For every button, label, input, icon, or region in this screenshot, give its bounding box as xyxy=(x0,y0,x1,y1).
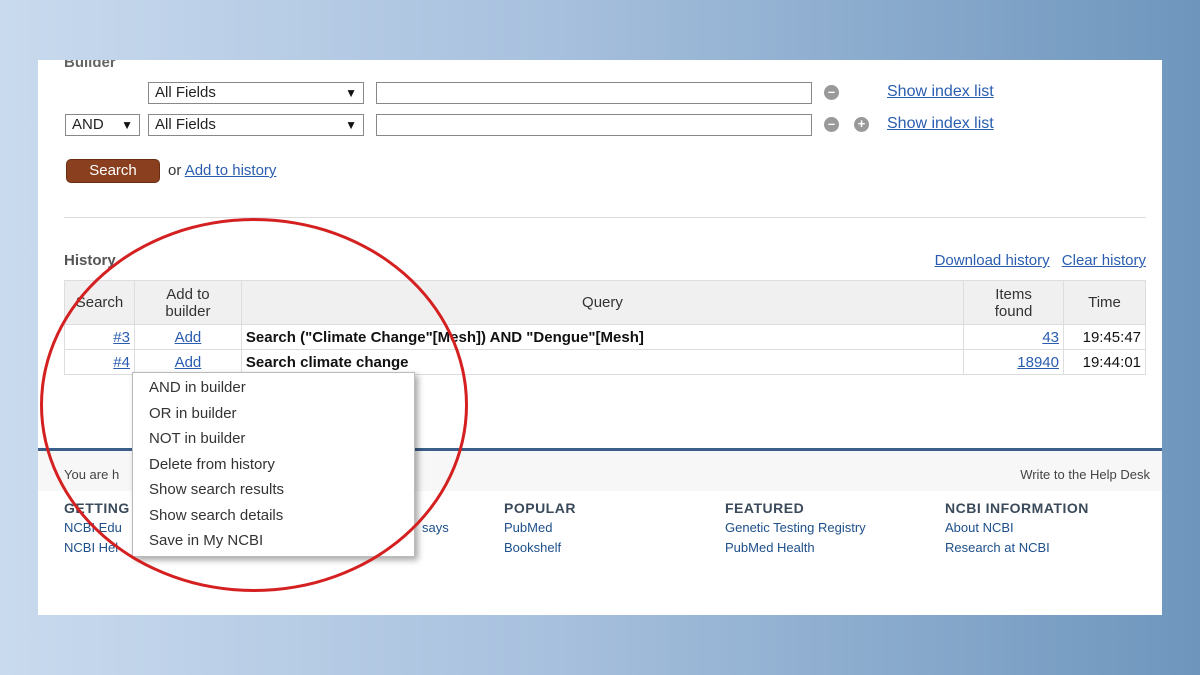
show-index-list-link-2[interactable]: Show index list xyxy=(887,115,994,132)
add-to-builder-link[interactable]: Add xyxy=(175,354,202,371)
add-to-history-link[interactable]: Add to history xyxy=(185,162,277,179)
search-id-link[interactable]: #4 xyxy=(113,354,130,371)
table-row: #3 Add Search ("Climate Change"[Mesh]) A… xyxy=(64,324,1146,350)
history-header-row: Search Add to builder Query Items found … xyxy=(64,280,1146,325)
dropdown-arrow-icon: ▼ xyxy=(345,118,357,132)
you-are-here: You are h xyxy=(64,467,120,482)
query-text: climate change xyxy=(300,353,409,371)
header-search[interactable]: Search xyxy=(64,280,135,325)
header-add-line1: Add to xyxy=(166,285,210,303)
add-to-builder-link[interactable]: Add xyxy=(175,329,202,346)
history-table: Search Add to builder Query Items found … xyxy=(64,280,1146,375)
menu-item-and-in-builder[interactable]: AND in builder xyxy=(133,377,414,403)
download-history-link[interactable]: Download history xyxy=(935,252,1050,269)
field-select-1[interactable]: All Fields ▼ xyxy=(148,82,364,104)
header-time[interactable]: Time xyxy=(1063,280,1146,325)
field-select-1-value: All Fields xyxy=(155,84,216,101)
footer-link[interactable]: PubMed Health xyxy=(725,540,815,555)
footer-heading-featured: FEATURED xyxy=(725,500,805,516)
help-desk-link[interactable]: Write to the Help Desk xyxy=(1020,467,1150,482)
items-found-link[interactable]: 18940 xyxy=(1017,354,1059,371)
add-row-icon[interactable]: + xyxy=(854,117,869,132)
query-prefix: Search xyxy=(245,328,296,346)
query-cell: Search climate change xyxy=(240,349,965,375)
search-id-link[interactable]: #3 xyxy=(113,329,130,346)
header-add-line2: builder xyxy=(165,302,211,320)
menu-item-save-in-my-ncbi[interactable]: Save in My NCBI xyxy=(133,530,414,556)
dropdown-arrow-icon: ▼ xyxy=(121,118,133,132)
menu-item-show-search-results[interactable]: Show search results xyxy=(133,479,414,505)
time-cell: 19:45:47 xyxy=(1063,324,1146,350)
query-text: ("Climate Change"[Mesh]) AND "Dengue"[Me… xyxy=(300,328,644,346)
footer-link[interactable]: NCBI Hel xyxy=(64,540,118,555)
section-divider xyxy=(64,217,1146,218)
footer-link[interactable]: About NCBI xyxy=(945,520,1014,535)
time-cell: 19:44:01 xyxy=(1063,349,1146,375)
show-index-list-link-1[interactable]: Show index list xyxy=(887,83,994,100)
header-items-line1: Items xyxy=(995,285,1032,303)
footer-link[interactable]: Bookshelf xyxy=(504,540,561,555)
remove-row-icon[interactable]: – xyxy=(824,117,839,132)
table-row: #4 Add Search climate change 18940 19:44… xyxy=(64,349,1146,375)
footer-link[interactable]: Research at NCBI xyxy=(945,540,1050,555)
or-add-to-history: or Add to history xyxy=(168,162,276,179)
footer-link[interactable]: Genetic Testing Registry xyxy=(725,520,866,535)
footer-heading-getting: GETTING xyxy=(64,500,130,516)
menu-item-not-in-builder[interactable]: NOT in builder xyxy=(133,428,414,454)
query-cell: Search ("Climate Change"[Mesh]) AND "Den… xyxy=(240,324,965,350)
history-title: History xyxy=(64,252,116,269)
add-to-builder-context-menu: AND in builder OR in builder NOT in buil… xyxy=(132,372,415,557)
footer-heading-ncbi-information: NCBI INFORMATION xyxy=(945,500,1089,516)
query-prefix: Search xyxy=(245,353,296,371)
dropdown-arrow-icon: ▼ xyxy=(345,86,357,100)
history-actions: Download history Clear history xyxy=(927,252,1146,269)
header-items-found[interactable]: Items found xyxy=(963,280,1064,325)
items-found-link[interactable]: 43 xyxy=(1042,329,1059,346)
search-button[interactable]: Search xyxy=(66,159,160,183)
header-add-to-builder: Add to builder xyxy=(133,280,242,325)
field-select-2-value: All Fields xyxy=(155,116,216,133)
footer-link[interactable]: PubMed xyxy=(504,520,552,535)
search-term-input-2[interactable] xyxy=(376,114,812,136)
clear-history-link[interactable]: Clear history xyxy=(1062,252,1146,269)
menu-item-show-search-details[interactable]: Show search details xyxy=(133,505,414,531)
footer-link[interactable]: NCBI Edu xyxy=(64,520,122,535)
menu-item-or-in-builder[interactable]: OR in builder xyxy=(133,403,414,429)
header-items-line2: found xyxy=(994,302,1033,320)
footer-link[interactable]: says xyxy=(422,520,449,535)
remove-row-icon[interactable]: – xyxy=(824,85,839,100)
operator-select[interactable]: AND ▼ xyxy=(65,114,140,136)
header-query[interactable]: Query xyxy=(240,280,965,325)
builder-title: Builder xyxy=(64,60,116,71)
field-select-2[interactable]: All Fields ▼ xyxy=(148,114,364,136)
footer-heading-popular: POPULAR xyxy=(504,500,576,516)
operator-select-value: AND xyxy=(72,116,104,133)
or-text: or xyxy=(168,162,182,179)
menu-item-delete-from-history[interactable]: Delete from history xyxy=(133,454,414,480)
search-term-input-1[interactable] xyxy=(376,82,812,104)
